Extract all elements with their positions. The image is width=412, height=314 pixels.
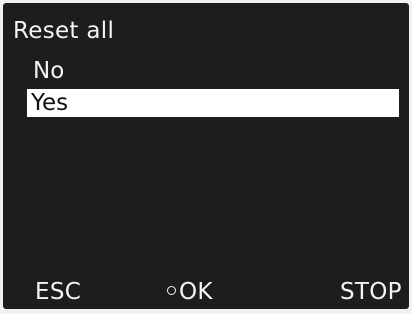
softkey-bar: ESC OK STOP: [3, 277, 409, 307]
circle-icon: [167, 286, 176, 295]
stop-softkey[interactable]: STOP: [340, 277, 402, 307]
screen-title: Reset all: [13, 18, 115, 44]
options-menu: No Yes: [27, 57, 399, 121]
option-no[interactable]: No: [27, 57, 399, 85]
ok-softkey-label: OK: [179, 279, 213, 305]
device-frame: Reset all No Yes ESC OK STOP: [0, 0, 412, 314]
display-screen: Reset all No Yes ESC OK STOP: [3, 3, 409, 309]
ok-softkey[interactable]: OK: [167, 277, 213, 307]
option-yes[interactable]: Yes: [27, 89, 399, 117]
esc-softkey[interactable]: ESC: [35, 277, 81, 307]
